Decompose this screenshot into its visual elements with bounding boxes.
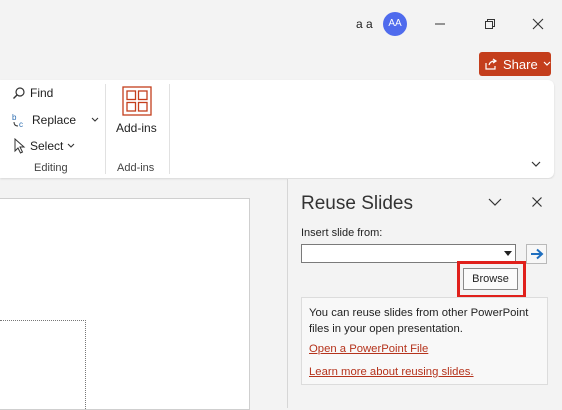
arrow-right-icon	[530, 248, 543, 260]
restore-icon	[485, 19, 495, 29]
pane-options-button[interactable]	[487, 195, 505, 209]
group-separator	[105, 84, 106, 174]
minimize-icon	[435, 23, 445, 25]
chevron-down-icon	[488, 198, 502, 206]
info-text: You can reuse slides from other PowerPoi…	[309, 307, 529, 335]
close-icon	[532, 197, 542, 207]
chevron-down-icon	[67, 143, 75, 148]
restore-button[interactable]	[474, 10, 506, 38]
go-button[interactable]	[526, 244, 547, 264]
add-ins-icon	[122, 86, 152, 116]
user-name: a a	[356, 17, 373, 31]
find-button[interactable]: Find	[12, 86, 53, 100]
close-window-button[interactable]	[522, 10, 554, 38]
pane-close-button[interactable]	[531, 195, 545, 209]
chevron-down-icon	[91, 117, 99, 122]
group-separator	[169, 84, 170, 174]
share-button[interactable]: Share	[479, 52, 551, 76]
editing-group-label: Editing	[34, 162, 68, 174]
dropdown-arrow-icon[interactable]	[504, 251, 512, 256]
ribbon-options-button[interactable]	[530, 156, 546, 170]
search-icon	[13, 87, 25, 99]
select-button[interactable]: Select	[12, 138, 75, 154]
minimize-button[interactable]	[424, 10, 456, 38]
ribbon: Find b c Replace Select Editing Add-ins …	[0, 80, 554, 178]
avatar[interactable]: AA	[383, 12, 407, 36]
close-icon	[532, 18, 544, 30]
select-label: Select	[30, 139, 64, 153]
chevron-down-icon	[531, 161, 541, 167]
svg-text:b: b	[12, 113, 17, 122]
pane-title: Reuse Slides	[301, 193, 413, 214]
replace-icon: b c	[12, 113, 23, 128]
slide-placeholder[interactable]	[0, 320, 86, 409]
find-label: Find	[30, 86, 54, 100]
chevron-down-icon	[543, 61, 551, 66]
add-ins-label: Add-ins	[116, 121, 157, 135]
insert-slide-label: Insert slide from:	[301, 227, 383, 239]
add-ins-group-label: Add-ins	[117, 162, 155, 174]
browse-button[interactable]: Browse	[463, 268, 518, 290]
learn-more-link[interactable]: Learn more about reusing slides.	[309, 366, 474, 378]
add-ins-button[interactable]: Add-ins	[113, 85, 161, 145]
replace-label: Replace	[32, 113, 77, 127]
share-label: Share	[503, 56, 538, 72]
share-icon	[485, 58, 498, 70]
open-powerpoint-file-link[interactable]: Open a PowerPoint File	[309, 343, 428, 355]
cursor-icon	[14, 138, 26, 154]
replace-button[interactable]: b c Replace	[12, 112, 100, 128]
svg-text:c: c	[19, 120, 23, 128]
